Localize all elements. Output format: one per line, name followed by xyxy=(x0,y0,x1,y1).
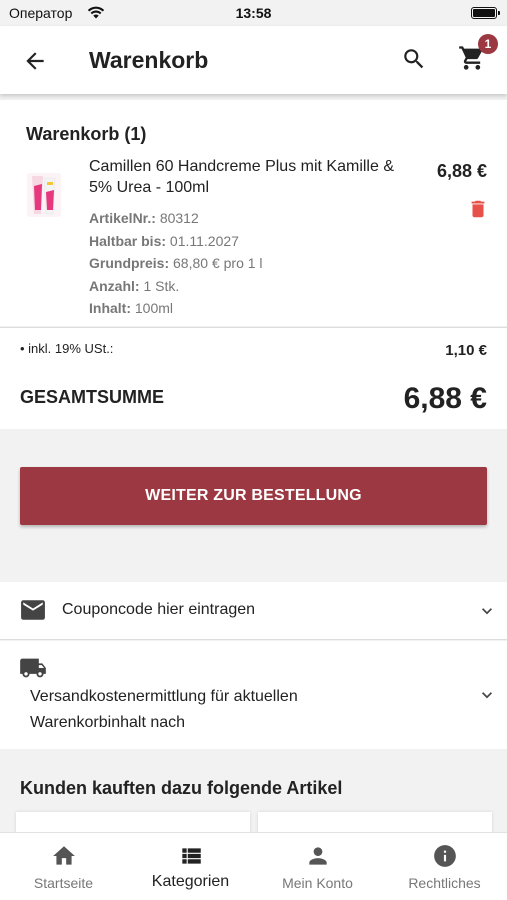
home-icon xyxy=(52,846,75,865)
app-bar: Warenkorb 1 xyxy=(0,26,507,94)
product-image[interactable] xyxy=(24,170,64,220)
coupon-row[interactable]: Couponcode hier eintragen xyxy=(0,582,507,640)
recommendations-section: Kunden kauften dazu folgende Artikel xyxy=(0,750,507,852)
vat-value: 1,10 € xyxy=(445,342,487,359)
cart-heading: Warenkorb (1) xyxy=(26,124,147,144)
tab-startseite[interactable]: Startseite xyxy=(0,833,127,900)
coupon-label: Couponcode hier eintragen xyxy=(62,601,256,618)
status-bar: Оператор 13:58 xyxy=(0,0,507,26)
chevron-down-icon[interactable] xyxy=(477,685,497,705)
tab-label: Mein Konto xyxy=(282,875,353,891)
totals-section: • inkl. 19% USt.: 1,10 € GESAMTSUMME 6,8… xyxy=(0,327,507,429)
tab-label: Rechtliches xyxy=(408,875,481,891)
list-icon xyxy=(181,848,201,864)
battery-icon xyxy=(471,7,500,19)
shipping-row[interactable]: Versandkostenermittlung für aktuellen Wa… xyxy=(0,641,507,749)
tab-label: Kategorien xyxy=(151,873,230,890)
mail-icon xyxy=(21,600,45,620)
tab-rechtliches[interactable]: Rechtliches xyxy=(381,833,507,900)
tab-label: Startseite xyxy=(33,875,94,891)
cart-section: Warenkorb (1) Camillen 60 Handcreme Plus… xyxy=(0,100,507,326)
vat-label: • inkl. 19% USt.: xyxy=(20,341,114,356)
product-name[interactable]: Camillen 60 Handcreme Plus mit Kamille &… xyxy=(89,156,419,198)
clock: 13:58 xyxy=(235,5,272,21)
bottom-tab-bar: Startseite Kategorien Mein Konto Rechtli… xyxy=(0,832,507,900)
cart-count-badge: 1 xyxy=(478,34,498,54)
recommendations-title: Kunden kauften dazu folgende Artikel xyxy=(20,778,343,798)
chevron-down-icon[interactable] xyxy=(477,601,497,621)
tab-mein-konto[interactable]: Mein Konto xyxy=(254,833,381,900)
checkout-button[interactable]: WEITER ZUR BESTELLUNG xyxy=(20,467,487,525)
truck-icon xyxy=(20,658,46,678)
page-title: Warenkorb xyxy=(89,47,209,73)
detail-row: Inhalt: 100ml xyxy=(89,300,174,316)
shipping-label: Versandkostenermittlung für aktuellen Wa… xyxy=(30,688,298,731)
detail-row: ArtikelNr.: 80312 xyxy=(89,210,199,226)
tab-kategorien[interactable]: Kategorien xyxy=(127,833,254,900)
info-icon xyxy=(433,845,456,867)
search-icon[interactable] xyxy=(401,46,427,72)
product-details: ArtikelNr.: 80312 Haltbar bis: 01.11.202… xyxy=(89,207,263,320)
detail-row: Haltbar bis: 01.11.2027 xyxy=(89,232,239,249)
back-arrow-icon[interactable] xyxy=(22,48,48,74)
person-icon xyxy=(308,847,327,865)
total-label: GESAMTSUMME xyxy=(20,387,164,407)
product-price: 6,88 € xyxy=(436,161,487,181)
detail-row: Grundpreis: 68,80 € pro 1 l xyxy=(89,255,263,271)
delete-icon[interactable] xyxy=(467,197,489,221)
detail-row: Anzahl: 1 Stk. xyxy=(89,277,180,294)
total-value: 6,88 € xyxy=(403,382,487,415)
